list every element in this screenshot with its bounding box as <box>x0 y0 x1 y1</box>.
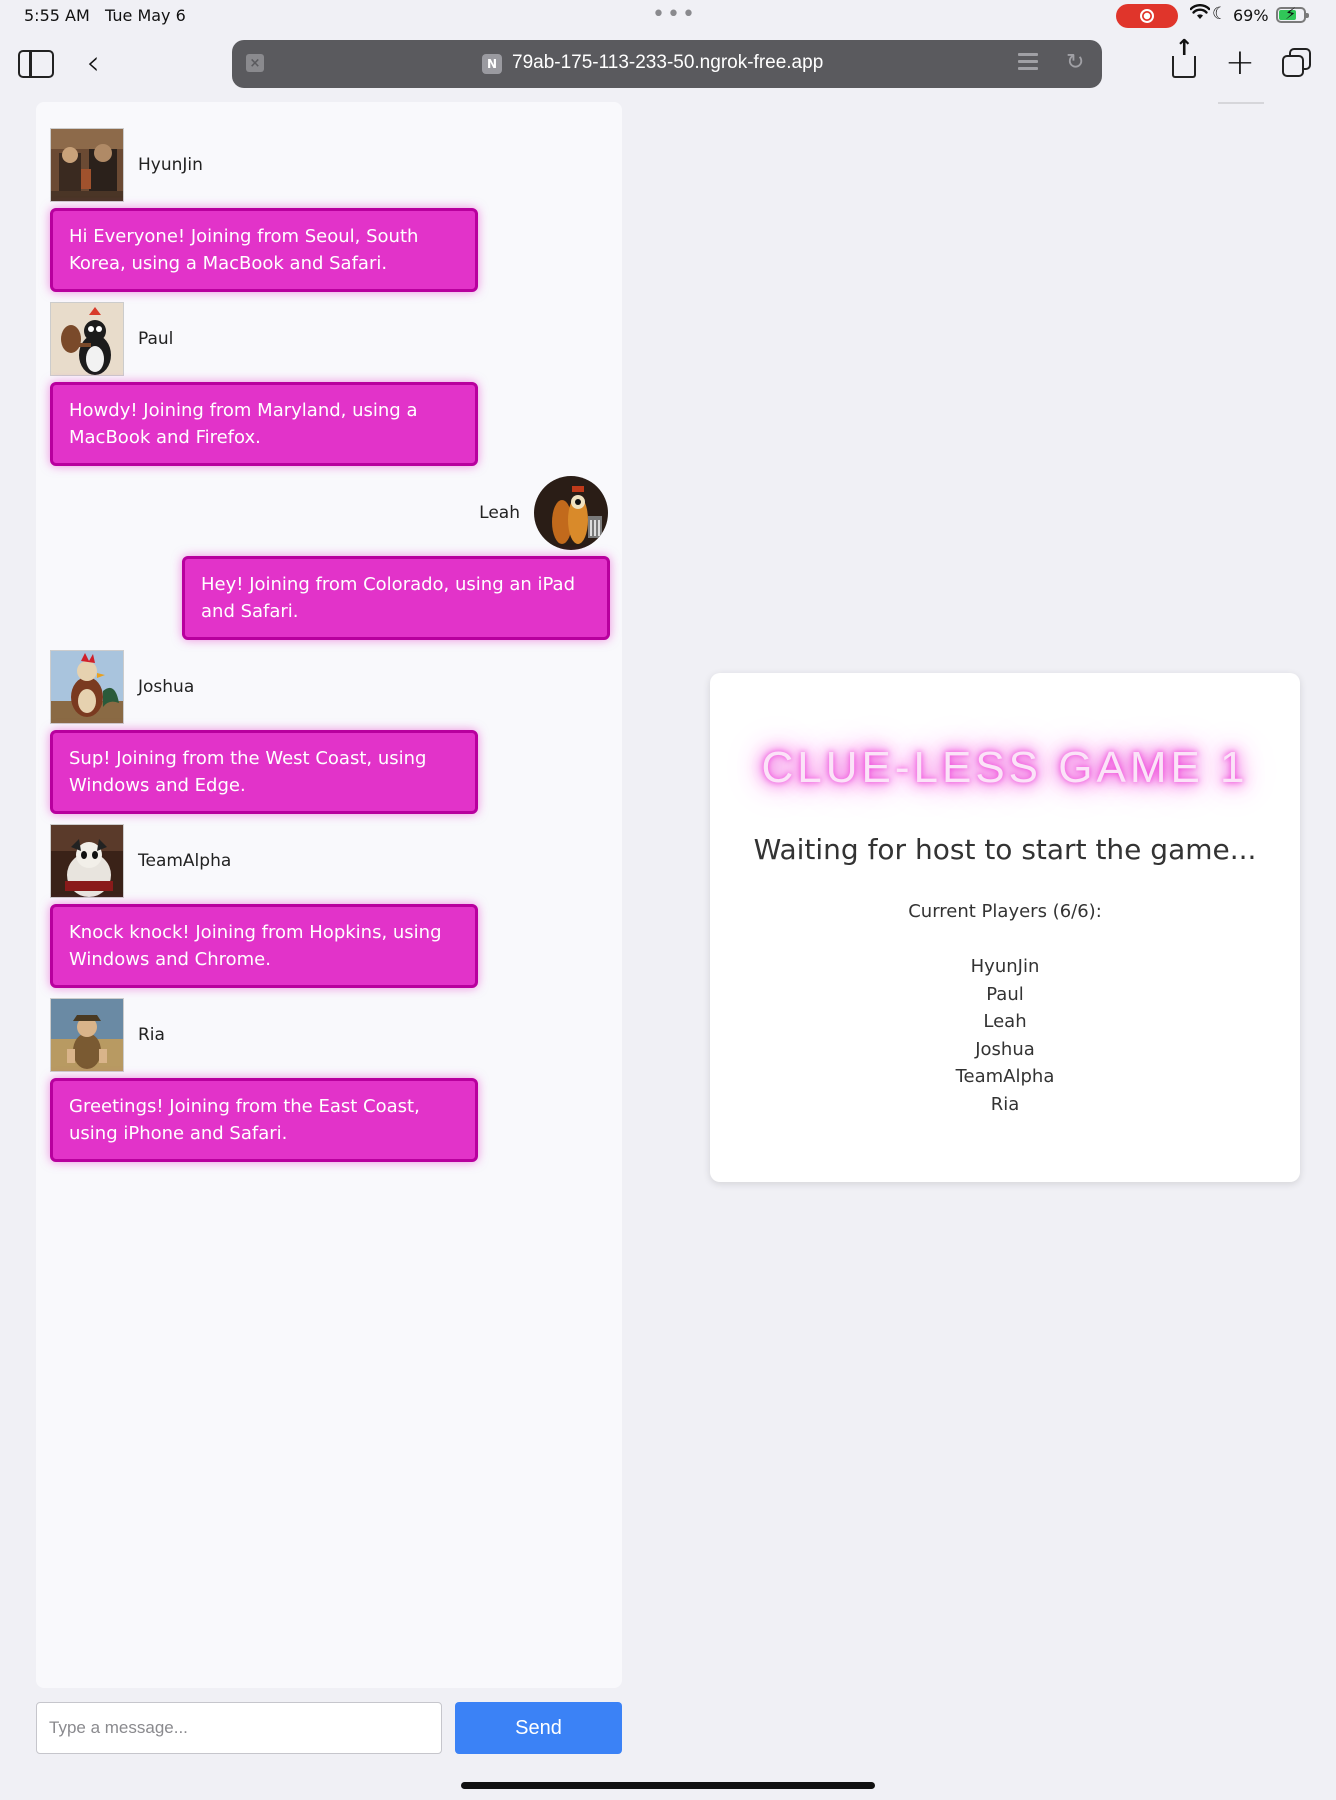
avatar <box>534 476 608 550</box>
message-bubble: Howdy! Joining from Maryland, using a Ma… <box>50 382 478 466</box>
close-tab-icon[interactable]: × <box>246 54 264 72</box>
message-bubble: Hi Everyone! Joining from Seoul, South K… <box>50 208 478 292</box>
message-bubble: Knock knock! Joining from Hopkins, using… <box>50 904 478 988</box>
player-item: Paul <box>986 983 1024 1005</box>
message-bubble: Sup! Joining from the West Coast, using … <box>50 730 478 814</box>
status-bar: 5:55 AM Tue May 6 ••• ☾ 69% ⚡ <box>0 0 1336 30</box>
sidebar-toggle-icon[interactable] <box>18 50 54 78</box>
sender-name: Joshua <box>138 677 195 697</box>
share-icon[interactable]: ↑ <box>1168 36 1200 82</box>
multitasking-dots-icon[interactable]: ••• <box>652 2 697 27</box>
message-header: Ria <box>50 998 179 1072</box>
wifi-icon <box>1189 4 1211 25</box>
player-item: Ria <box>990 1093 1020 1115</box>
favicon-icon: N <box>482 54 502 74</box>
avatar <box>50 302 124 376</box>
moon-icon: ☾ <box>1212 4 1228 24</box>
url-text[interactable]: 79ab-175-113-233-50.ngrok-free.app <box>512 52 823 74</box>
battery-percent: 69% <box>1233 6 1269 25</box>
back-chevron-icon[interactable]: ‹ <box>80 43 106 83</box>
address-bar[interactable]: × N 79ab-175-113-233-50.ngrok-free.app ↻ <box>232 40 1102 88</box>
tab-indicator <box>1218 102 1264 104</box>
message-bubble: Greetings! Joining from the East Coast, … <box>50 1078 478 1162</box>
home-indicator[interactable] <box>461 1782 875 1789</box>
sender-name: Leah <box>479 503 520 523</box>
message-input[interactable] <box>36 1702 442 1754</box>
avatar <box>50 824 124 898</box>
reload-icon[interactable]: ↻ <box>1066 50 1084 75</box>
send-button[interactable]: Send <box>455 1702 622 1754</box>
avatar <box>50 998 124 1072</box>
message-header: Paul <box>50 302 187 376</box>
reader-mode-icon[interactable] <box>1018 53 1038 75</box>
sender-name: Ria <box>138 1025 165 1045</box>
player-item: TeamAlpha <box>955 1066 1055 1087</box>
waiting-status: Waiting for host to start the game... <box>753 833 1257 866</box>
player-list: HyunJin Paul Leah Joshua TeamAlpha Ria <box>710 953 1300 1118</box>
avatar <box>50 128 124 202</box>
screen-recording-icon[interactable] <box>1116 4 1178 28</box>
avatar <box>50 650 124 724</box>
browser-toolbar: ‹ × N 79ab-175-113-233-50.ngrok-free.app… <box>0 36 1336 90</box>
message-header: TeamAlpha <box>50 824 245 898</box>
battery-icon: ⚡ <box>1276 4 1309 23</box>
message-header: HyunJin <box>50 128 217 202</box>
game-title: CLUE-LESS GAME 1 <box>761 743 1249 792</box>
message-header: Joshua <box>50 650 208 724</box>
sender-name: Paul <box>138 329 174 349</box>
chat-panel[interactable]: HyunJin Hi Everyone! Joining from Seoul,… <box>36 102 622 1688</box>
sender-name: TeamAlpha <box>138 851 232 871</box>
new-tab-plus-icon[interactable]: + <box>1224 42 1256 83</box>
message-bubble: Hey! Joining from Colorado, using an iPa… <box>182 556 610 640</box>
players-count-label: Current Players (6/6): <box>908 901 1102 922</box>
tab-overview-icon[interactable] <box>1282 48 1314 80</box>
player-item: Leah <box>983 1011 1027 1032</box>
player-item: HyunJin <box>970 956 1040 977</box>
game-lobby-card: CLUE-LESS GAME 1 Waiting for host to sta… <box>710 673 1300 1182</box>
status-time: 5:55 AM Tue May 6 <box>24 6 186 25</box>
player-item: Joshua <box>975 1038 1035 1060</box>
sender-name: HyunJin <box>138 155 203 175</box>
message-header: Leah <box>465 476 608 550</box>
